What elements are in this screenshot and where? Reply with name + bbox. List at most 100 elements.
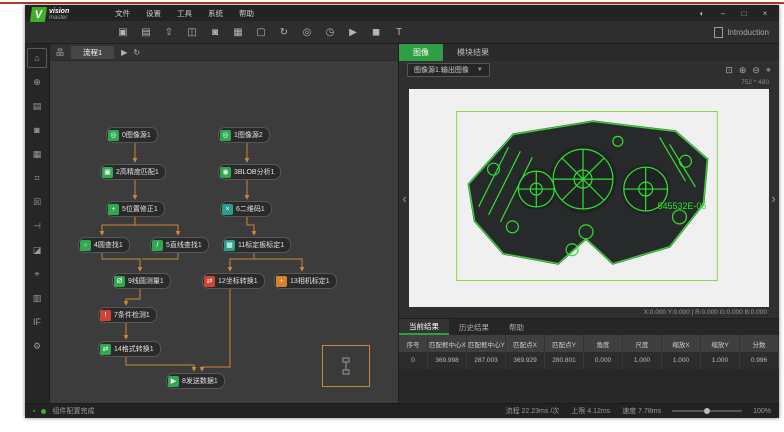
flow-node[interactable]: ◎1图像源2 xyxy=(218,127,270,143)
home-icon[interactable]: ⌂ xyxy=(27,48,47,68)
results-table-body: 0369.998287.003369.929280.8010.0001.0001… xyxy=(399,352,779,369)
introduction-link[interactable]: Introduction xyxy=(714,27,779,38)
layers-icon[interactable]: ▤ xyxy=(27,96,47,116)
column-header: 匹配框中心X xyxy=(428,335,467,352)
circle-find-icon: ○ xyxy=(80,240,91,251)
flow-node-label: 4圆查找1 xyxy=(94,240,123,250)
maximize-icon[interactable]: □ xyxy=(739,9,749,18)
open-icon[interactable]: ▤ xyxy=(138,24,154,40)
theme-icon[interactable]: ◐ xyxy=(697,9,707,18)
flow-node[interactable]: !7条件检测1 xyxy=(98,307,157,323)
logo-line1: vision xyxy=(49,8,69,15)
grid-icon[interactable]: ▦ xyxy=(230,24,246,40)
table-cell: 280.801 xyxy=(545,352,584,369)
zoom-slider[interactable] xyxy=(672,410,742,412)
flow-node[interactable]: +13相机标定1 xyxy=(274,273,337,289)
table-cell: 0 xyxy=(399,352,428,369)
image-source-select[interactable]: 图像源1.输出图像 ▼ xyxy=(407,63,490,77)
flow-node[interactable]: /5直线查找1 xyxy=(150,237,209,253)
minimap[interactable] xyxy=(322,345,370,387)
zoom-in-icon[interactable]: ⊕ xyxy=(739,65,747,76)
flow-tab[interactable]: 流程1 xyxy=(71,46,114,59)
measure-icon[interactable]: ⌗ xyxy=(27,168,47,188)
logo-v-icon: V xyxy=(30,7,47,22)
flow-node-label: 8发送数据1 xyxy=(182,376,218,386)
flow-node[interactable]: ×6二维码1 xyxy=(220,201,272,217)
flow-list-icon[interactable]: 品 xyxy=(56,47,64,58)
column-header: 角度 xyxy=(584,335,623,352)
settings-icon[interactable]: ⚙ xyxy=(27,336,47,356)
zoom-out-icon[interactable]: ⊖ xyxy=(752,65,760,76)
flow-node[interactable]: +5位置修正1 xyxy=(106,201,165,217)
run-icon[interactable]: ▶ xyxy=(345,24,361,40)
tab-image[interactable]: 图像 xyxy=(399,44,443,61)
table-cell: 1.000 xyxy=(662,352,701,369)
table-cell: 0.996 xyxy=(740,352,779,369)
document-icon xyxy=(714,27,723,38)
caliper-icon[interactable]: ⊣ xyxy=(27,216,47,236)
stop-icon[interactable]: ◼ xyxy=(368,24,384,40)
flow-node[interactable]: ▣2高精度匹配1 xyxy=(100,164,166,180)
window-icon[interactable]: ▢ xyxy=(253,24,269,40)
flow-node-label: 12坐标转换1 xyxy=(218,276,258,286)
history-icon[interactable]: ◷ xyxy=(322,24,338,40)
menu-item[interactable]: 文件 xyxy=(115,8,130,19)
export-icon[interactable]: ⇧ xyxy=(161,24,177,40)
capture-icon[interactable]: ◙ xyxy=(27,120,47,140)
flow-node[interactable]: ◎0图像源1 xyxy=(106,127,158,143)
table-cell: 0.000 xyxy=(584,352,623,369)
camera-icon[interactable]: ◙ xyxy=(207,24,223,40)
console-icon[interactable]: ▪ xyxy=(33,408,35,415)
chart-icon[interactable]: ◪ xyxy=(27,240,47,260)
flow-node[interactable]: ▦11标定板标定1 xyxy=(222,237,291,253)
line-find-icon: / xyxy=(152,240,163,251)
gallery-icon[interactable]: ▥ xyxy=(27,288,47,308)
minimize-icon[interactable]: – xyxy=(718,9,728,18)
position-icon[interactable]: ⌖ xyxy=(27,264,47,284)
introduction-label: Introduction xyxy=(727,28,769,37)
table-row[interactable]: 0369.998287.003369.929280.8010.0001.0001… xyxy=(399,352,779,369)
close-icon[interactable]: × xyxy=(760,9,770,18)
crosshair-icon[interactable]: ⌖ xyxy=(766,65,771,76)
column-header: 缩放Y xyxy=(701,335,740,352)
menu-item[interactable]: 帮助 xyxy=(239,8,254,19)
run-flow-icon[interactable]: ▶ xyxy=(121,48,127,57)
refresh-icon[interactable]: ↻ xyxy=(276,24,292,40)
flow-node-label: 0图像源1 xyxy=(122,130,151,140)
image-display[interactable]: 545532E-05 xyxy=(409,89,769,307)
loop-run-icon[interactable]: ↻ xyxy=(133,48,140,57)
flow-node[interactable]: ⇄12坐标转换1 xyxy=(202,273,265,289)
global-icon[interactable]: ◎ xyxy=(299,24,315,40)
flow-node[interactable]: ⇄14格式转换1 xyxy=(98,341,161,357)
flow-editor: 品 流程1 ▶ ↻ xyxy=(50,44,399,403)
flow-node[interactable]: ▶8发送数据1 xyxy=(166,373,225,389)
tab-current-result[interactable]: 当前结果 xyxy=(399,319,449,335)
delete-module-icon[interactable]: ☒ xyxy=(27,192,47,212)
if-else-icon[interactable]: IF xyxy=(27,312,47,332)
save-icon[interactable]: ▣ xyxy=(115,24,131,40)
flow-node[interactable]: ◉3BLOB分析1 xyxy=(218,164,281,180)
add-module-icon[interactable]: ⊕ xyxy=(27,72,47,92)
fit-view-icon[interactable]: ⊡ xyxy=(725,65,733,76)
flow-node[interactable]: Ø9线圆测量1 xyxy=(112,273,171,289)
flow-canvas[interactable]: ◎0图像源1 ◎1图像源2 ▣2高精度匹配1 ◉3BLOB分析1 +5位置修正1 ×6二维… xyxy=(50,61,398,403)
zoom-slider-thumb[interactable] xyxy=(704,408,710,414)
column-header: 匹配点X xyxy=(506,335,545,352)
template-icon[interactable]: ▦ xyxy=(27,144,47,164)
tab-history-result[interactable]: 历史结果 xyxy=(449,319,499,335)
tab-help[interactable]: 帮助 xyxy=(499,319,534,335)
text-tool-icon[interactable]: T xyxy=(391,24,407,40)
menu-bar: 文件 设置 工具 系统 帮助 xyxy=(115,8,254,19)
results-table-header: 序号匹配框中心X匹配框中心Y匹配点X匹配点Y角度尺度缩放X缩放Y分数 xyxy=(399,335,779,352)
menu-item[interactable]: 设置 xyxy=(146,8,161,19)
tab-module-result[interactable]: 模块结果 xyxy=(443,44,503,61)
flow-node-label: 3BLOB分析1 xyxy=(234,167,274,177)
flow-node-label: 2高精度匹配1 xyxy=(116,167,159,177)
prev-image-button[interactable]: ‹ xyxy=(400,89,409,307)
menu-item[interactable]: 工具 xyxy=(177,8,192,19)
layout-icon[interactable]: ◫ xyxy=(184,24,200,40)
next-image-button[interactable]: › xyxy=(769,89,778,307)
camera-calib-icon: + xyxy=(276,276,287,287)
menu-item[interactable]: 系统 xyxy=(208,8,223,19)
flow-node[interactable]: ○4圆查找1 xyxy=(78,237,130,253)
